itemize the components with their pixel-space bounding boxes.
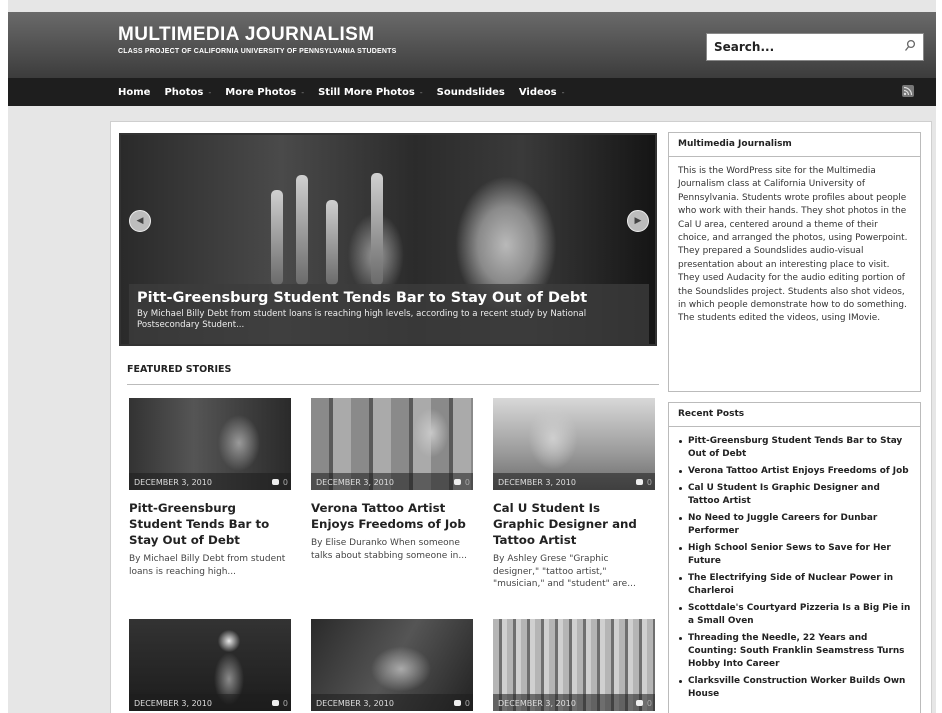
divider: [127, 384, 659, 385]
arrow-left-icon: ◀: [136, 216, 144, 226]
recent-posts-widget: Recent Posts Pitt-Greensburg Student Ten…: [668, 402, 921, 713]
site-tagline: CLASS PROJECT OF CALIFORNIA UNIVERSITY O…: [118, 48, 397, 55]
story-thumbnail[interactable]: DECEMBER 3, 2010 0: [493, 398, 655, 490]
story-thumbnail[interactable]: DECEMBER 3, 2010 0: [493, 619, 655, 711]
story-card: DECEMBER 3, 2010 0 Verona Tattoo Artist …: [311, 398, 473, 562]
story-card: DECEMBER 3, 2010 0 Cal U Student Is Grap…: [493, 398, 655, 591]
story-card: DECEMBER 3, 2010 0 Pitt-Greensburg Stude…: [129, 398, 291, 578]
rss-icon[interactable]: [902, 85, 914, 97]
slider-next-button[interactable]: ▶: [627, 210, 649, 232]
nav-item-label: Videos: [518, 86, 557, 98]
story-card: DECEMBER 3, 2010 0: [129, 619, 291, 711]
nav-item-label: Still More Photos: [318, 86, 415, 98]
nav-item-more-photos[interactable]: More Photos -: [225, 87, 304, 98]
featured-slider[interactable]: ◀ ▶ Pitt-Greensburg Student Tends Bar to…: [119, 133, 657, 346]
dropdown-arrow-icon: -: [561, 87, 565, 97]
nav-item-home[interactable]: Home: [118, 87, 150, 98]
story-title[interactable]: Pitt-Greensburg Student Tends Bar to Sta…: [129, 500, 291, 548]
browser-viewport: MULTIMEDIA JOURNALISM CLASS PROJECT OF C…: [0, 0, 942, 713]
recent-post-link[interactable]: Pitt-Greensburg Student Tends Bar to Sta…: [678, 435, 911, 461]
slide-excerpt: By Michael Billy Debt from student loans…: [137, 309, 587, 330]
comment-icon: [272, 479, 279, 485]
nav-item-label: Photos: [164, 86, 204, 98]
widget-title: Recent Posts: [669, 403, 920, 427]
story-excerpt: By Elise Duranko When someone talks abou…: [311, 538, 467, 561]
story-date: DECEMBER 3, 2010: [134, 478, 212, 487]
site-title[interactable]: MULTIMEDIA JOURNALISM: [118, 24, 374, 46]
search-box: [706, 33, 924, 61]
comment-count[interactable]: 0: [647, 699, 652, 708]
recent-post-link[interactable]: Verona Tattoo Artist Enjoys Freedoms of …: [678, 465, 911, 478]
recent-post-link[interactable]: High School Senior Sews to Save for Her …: [678, 542, 911, 568]
recent-post-link[interactable]: Scottdale's Courtyard Pizzeria Is a Big …: [678, 602, 911, 628]
search-input[interactable]: [707, 34, 887, 60]
recent-post-link[interactable]: Threading the Needle, 22 Years and Count…: [678, 632, 911, 672]
nav-item-videos[interactable]: Videos -: [519, 87, 565, 98]
comment-icon: [272, 700, 279, 706]
story-card: DECEMBER 3, 2010 0: [311, 619, 473, 711]
nav-item-photos[interactable]: Photos -: [164, 87, 211, 98]
recent-post-link[interactable]: No Need to Juggle Careers for Dunbar Per…: [678, 512, 911, 538]
recent-post-link[interactable]: Cal U Student Is Graphic Designer and Ta…: [678, 482, 911, 508]
story-date: DECEMBER 3, 2010: [316, 699, 394, 708]
story-date: DECEMBER 3, 2010: [316, 478, 394, 487]
main-nav: Home Photos - More Photos - Still More Pho…: [8, 78, 936, 106]
recent-posts-list-wrap: Pitt-Greensburg Student Tends Bar to Sta…: [669, 427, 920, 713]
comment-count[interactable]: 0: [465, 699, 470, 708]
slide-caption: Pitt-Greensburg Student Tends Bar to Sta…: [129, 284, 649, 344]
comment-icon: [636, 479, 643, 485]
beer-tap: [296, 175, 308, 285]
story-thumbnail[interactable]: DECEMBER 3, 2010 0: [129, 619, 291, 711]
nav-item-label: More Photos: [225, 86, 297, 98]
search-icon[interactable]: [903, 38, 917, 54]
comment-icon: [636, 700, 643, 706]
nav-item-soundslides[interactable]: Soundslides: [437, 87, 505, 98]
beer-tap: [271, 190, 283, 285]
beer-tap: [371, 173, 383, 285]
slide-title[interactable]: Pitt-Greensburg Student Tends Bar to Sta…: [137, 290, 641, 306]
comment-count[interactable]: 0: [465, 478, 470, 487]
comment-count[interactable]: 0: [647, 478, 652, 487]
dropdown-arrow-icon: -: [301, 87, 305, 97]
nav-item-still-more-photos[interactable]: Still More Photos -: [318, 87, 423, 98]
story-title[interactable]: Verona Tattoo Artist Enjoys Freedoms of …: [311, 500, 473, 532]
story-thumbnail[interactable]: DECEMBER 3, 2010 0: [311, 398, 473, 490]
story-excerpt: By Michael Billy Debt from student loans…: [129, 554, 286, 577]
arrow-right-icon: ▶: [634, 216, 642, 226]
comment-icon: [454, 479, 461, 485]
featured-stories-heading: FEATURED STORIES: [127, 364, 232, 375]
dropdown-arrow-icon: -: [208, 87, 212, 97]
recent-posts-list: Pitt-Greensburg Student Tends Bar to Sta…: [678, 435, 911, 701]
beer-tap: [326, 200, 338, 285]
story-thumbnail[interactable]: DECEMBER 3, 2010 0: [311, 619, 473, 711]
dropdown-arrow-icon: -: [419, 87, 423, 97]
comment-count[interactable]: 0: [283, 478, 288, 487]
story-date: DECEMBER 3, 2010: [498, 478, 576, 487]
recent-post-link[interactable]: The Electrifying Side of Nuclear Power i…: [678, 572, 911, 598]
comment-icon: [454, 700, 461, 706]
story-card: DECEMBER 3, 2010 0: [493, 619, 655, 711]
slider-prev-button[interactable]: ◀: [129, 210, 151, 232]
story-date: DECEMBER 3, 2010: [134, 699, 212, 708]
story-title[interactable]: Cal U Student Is Graphic Designer and Ta…: [493, 500, 655, 548]
widget-title: Multimedia Journalism: [669, 133, 920, 157]
main-content: ◀ ▶ Pitt-Greensburg Student Tends Bar to…: [110, 121, 932, 713]
story-excerpt: By Ashley Grese "Graphic designer," "tat…: [493, 554, 636, 589]
about-text: This is the WordPress site for the Multi…: [678, 166, 908, 324]
story-thumbnail[interactable]: DECEMBER 3, 2010 0: [129, 398, 291, 490]
about-widget: Multimedia Journalism This is the WordPr…: [668, 132, 921, 392]
story-date: DECEMBER 3, 2010: [498, 699, 576, 708]
comment-count[interactable]: 0: [283, 699, 288, 708]
nav-item-label: Soundslides: [436, 86, 505, 98]
nav-item-label: Home: [118, 86, 151, 98]
site-header: MULTIMEDIA JOURNALISM CLASS PROJECT OF C…: [8, 12, 936, 78]
recent-post-link[interactable]: Clarksville Construction Worker Builds O…: [678, 675, 911, 701]
